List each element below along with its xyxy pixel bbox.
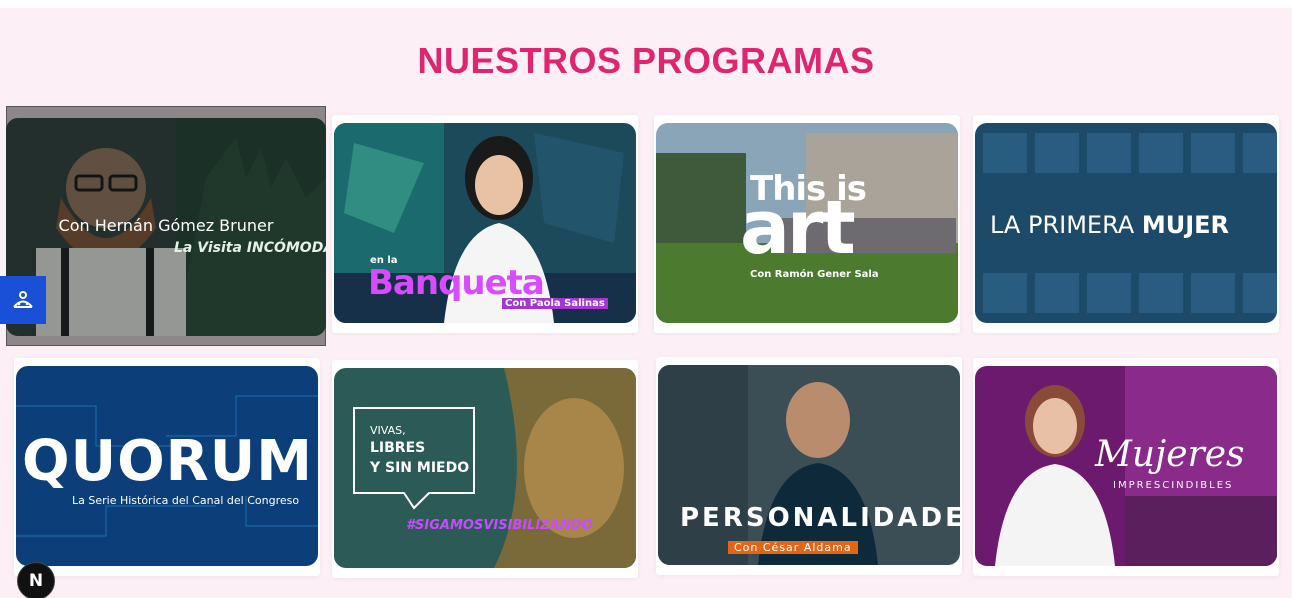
program-quote-line1: VIVAS,: [370, 424, 406, 437]
program-hashtag: #SIGAMOSVISIBILIZANDO: [406, 518, 593, 533]
program-quote-line2: LIBRES: [370, 440, 426, 456]
program-logo-line2: art: [740, 185, 856, 271]
accessibility-button[interactable]: [0, 276, 46, 324]
dev-badge-icon[interactable]: N: [17, 562, 55, 598]
accessibility-icon: [13, 291, 33, 308]
program-subtitle: La Serie Histórica del Canal del Congres…: [72, 494, 300, 507]
program-host: Con César Aldama: [728, 541, 858, 554]
program-logo: PERSONALIDADES: [680, 503, 960, 533]
program-hover-label: Con Hernán Gómez Bruner: [58, 216, 274, 235]
program-thumbnail: [658, 365, 960, 565]
section-title: NUESTROS PROGRAMAS: [417, 40, 875, 81]
program-host: Con Paola Salinas: [502, 298, 608, 309]
program-card-this-is-art[interactable]: This is art Con Ramón Gener Sala: [654, 115, 960, 333]
program-card-en-la-banqueta[interactable]: en la Banqueta Con Paola Salinas: [332, 115, 638, 333]
program-card-personalidades[interactable]: PERSONALIDADES Con César Aldama: [656, 357, 962, 575]
program-logo: LA PRIMERA MUJER: [990, 211, 1230, 239]
program-card-la-primera-mujer[interactable]: LA PRIMERA MUJER: [973, 115, 1279, 333]
program-logo: Mujeres: [1095, 434, 1245, 475]
program-quote-line3: Y SIN MIEDO: [370, 460, 470, 476]
program-card-mujeres-imprescindibles[interactable]: Mujeres IMPRESCINDIBLES: [973, 358, 1279, 576]
program-logo-sub: IMPRESCINDIBLES: [1113, 480, 1234, 491]
program-logo: La Visita INCÓMODA: [174, 240, 326, 256]
program-host: Con Ramón Gener Sala: [750, 269, 879, 280]
program-logo: QUORUM: [22, 429, 314, 494]
program-card-quorum[interactable]: QUORUM La Serie Histórica del Canal del …: [14, 358, 320, 576]
program-card-vivas-libres[interactable]: VIVAS, LIBRES Y SIN MIEDO #SIGAMOSVISIBI…: [332, 360, 638, 578]
program-logo: Banqueta: [368, 263, 545, 303]
